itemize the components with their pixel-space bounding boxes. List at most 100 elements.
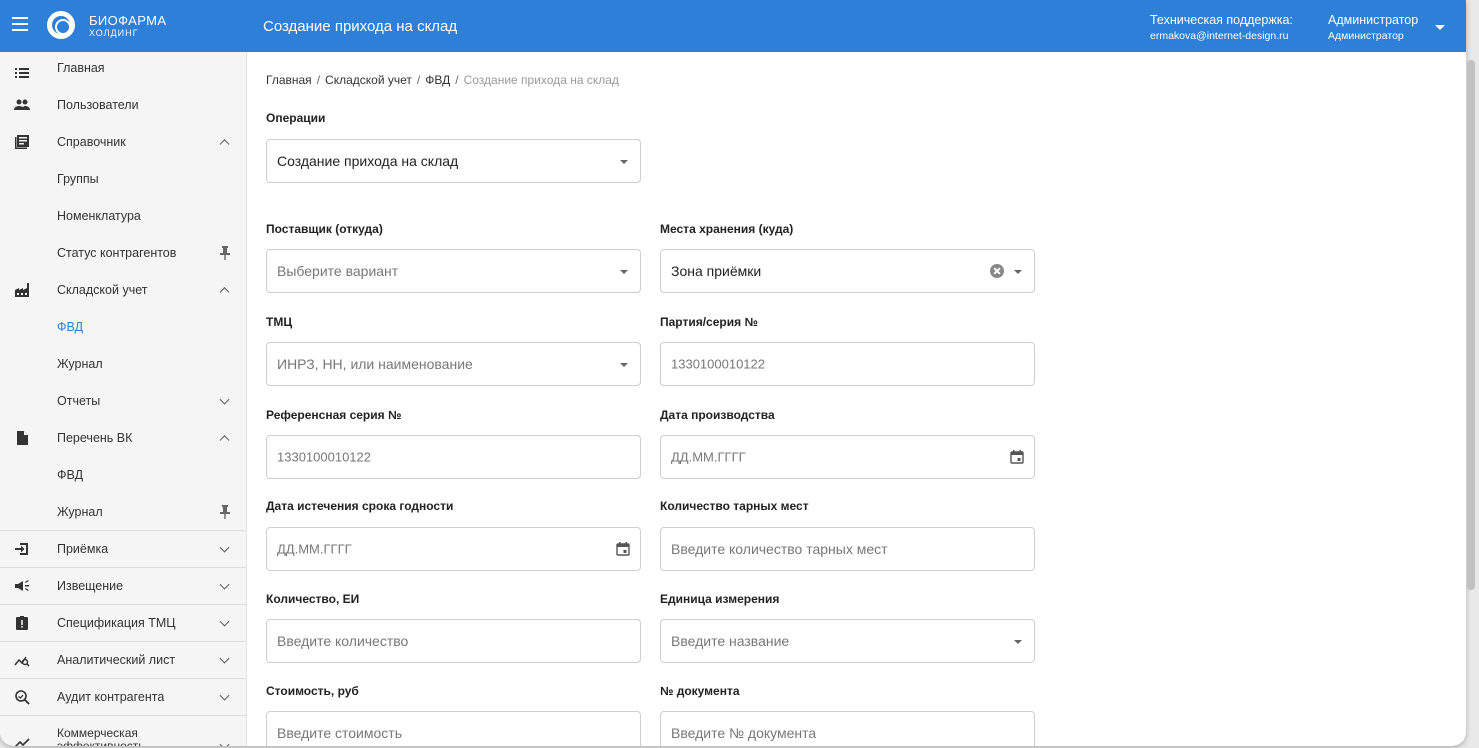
sidebar-item-label: Извещение (57, 579, 124, 593)
expiry-date-input[interactable]: ДД.ММ.ГГГГ (266, 527, 641, 571)
sidebar-item-label: Складской учет (57, 282, 148, 297)
logo-subtitle: ХОЛДИНГ (89, 28, 139, 38)
sidebar-item-audit[interactable]: Аудит контрагента (0, 678, 246, 715)
tmc-select[interactable]: ИНРЗ, НН, или наименование (266, 342, 641, 386)
app-window: БИОФАРМА ХОЛДИНГ Создание прихода на скл… (0, 0, 1466, 746)
caret-down-icon (620, 270, 628, 274)
sidebar-item-vk-journal[interactable]: Журнал (0, 493, 246, 530)
sidebar-item-label: ФВД (57, 319, 84, 334)
support-email[interactable]: ermakova@internet-design.ru (1150, 29, 1293, 44)
breadcrumb-separator: / (316, 73, 321, 87)
sidebar-item-label: Аудит контрагента (57, 690, 165, 704)
sidebar-item-label: Главная (57, 61, 105, 75)
sidebar-item-tmc-spec[interactable]: Спецификация ТМЦ (0, 604, 246, 641)
sidebar-item-label: Справочник (57, 134, 126, 149)
breadcrumb-separator: / (416, 73, 421, 87)
sidebar-item-reports[interactable]: Отчеты (0, 382, 246, 419)
ref-series-input[interactable]: 1330100010122 (266, 435, 641, 479)
chevron-down-icon (219, 739, 230, 746)
sidebar-item-reference[interactable]: Справочник (0, 123, 246, 160)
breadcrumb-home[interactable]: Главная (266, 73, 312, 87)
batch-input[interactable]: 1330100010122 (660, 342, 1035, 386)
chevron-down-icon (219, 653, 230, 664)
sidebar-item-users[interactable]: Пользователи (0, 86, 246, 123)
quantity-input[interactable]: Введите количество (266, 619, 641, 663)
sidebar-item-analytics[interactable]: Аналитический лист (0, 641, 246, 678)
clear-icon[interactable] (990, 264, 1004, 278)
sidebar-item-counterparty-status[interactable]: Статус контрагентов (0, 234, 246, 271)
chevron-up-icon (219, 138, 230, 149)
prod-date-input[interactable]: ДД.ММ.ГГГГ (660, 435, 1035, 479)
supplier-select[interactable]: Выберите вариант (266, 249, 641, 293)
operations-label: Операции (266, 111, 326, 125)
document-icon (17, 430, 28, 445)
unit-select[interactable]: Введите название (660, 619, 1035, 663)
calendar-icon[interactable] (1010, 450, 1024, 464)
sidebar-item-commercial[interactable]: Коммерческая эффективность (0, 715, 246, 746)
clipboard-icon (16, 616, 28, 630)
chevron-down-icon (219, 579, 230, 590)
chevron-down-icon (219, 394, 230, 405)
sidebar-item-label: Номенклатура (57, 208, 141, 223)
supplier-placeholder: Выберите вариант (277, 263, 399, 279)
audit-search-icon (15, 690, 30, 705)
sidebar-item-vk-list[interactable]: Перечень ВК (0, 419, 246, 456)
breadcrumb-warehouse[interactable]: Складской учет (325, 73, 412, 87)
packages-placeholder: Введите количество тарных мест (671, 541, 888, 557)
user-menu[interactable]: Администратор Администратор (1328, 11, 1418, 44)
login-icon (15, 543, 28, 555)
sidebar-item-vk-fvd[interactable]: ФВД (0, 456, 246, 493)
breadcrumb-separator: / (455, 73, 459, 87)
prod-date-placeholder: ДД.ММ.ГГГГ (671, 449, 746, 465)
megaphone-icon (15, 580, 29, 591)
factory-icon (15, 282, 29, 297)
storage-select[interactable]: Зона приёмки (660, 249, 1035, 293)
docnum-label: № документа (660, 684, 740, 698)
sidebar-item-home[interactable]: Главная (0, 52, 246, 86)
quantity-label: Количество, ЕИ (266, 592, 360, 606)
unit-label: Единица измерения (660, 592, 780, 606)
trend-icon (14, 738, 30, 746)
caret-down-icon[interactable] (1435, 25, 1445, 30)
packages-label: Количество тарных мест (660, 499, 809, 513)
sidebar-item-label: Отчеты (57, 393, 101, 408)
menu-icon[interactable] (12, 17, 28, 31)
caret-down-icon (1014, 640, 1022, 644)
sidebar-item-acceptance[interactable]: Приёмка (0, 530, 246, 567)
sidebar-item-notice[interactable]: Извещение (0, 567, 246, 604)
sidebar-item-journal[interactable]: Журнал (0, 345, 246, 382)
operations-value: Создание прихода на склад (277, 153, 459, 169)
user-role: Администратор (1328, 30, 1404, 43)
sidebar-item-nomenclature[interactable]: Номенклатура (0, 197, 246, 234)
supplier-label: Поставщик (откуда) (266, 222, 383, 236)
sidebar-item-label: Спецификация ТМЦ (57, 616, 176, 630)
operations-select[interactable]: Создание прихода на склад (266, 139, 641, 183)
logo-icon (47, 11, 75, 39)
pin-icon[interactable] (220, 504, 230, 519)
docnum-placeholder: Введите № документа (671, 725, 817, 741)
packages-input[interactable]: Введите количество тарных мест (660, 527, 1035, 571)
sidebar-item-label: Статус контрагентов (57, 245, 177, 260)
cost-placeholder: Введите стоимость (277, 725, 402, 741)
logo[interactable]: БИОФАРМА ХОЛДИНГ (89, 14, 166, 38)
page-scrollbar[interactable] (1467, 60, 1475, 590)
breadcrumb-fvd[interactable]: ФВД (425, 73, 450, 87)
caret-down-icon (1014, 270, 1022, 274)
sidebar-item-groups[interactable]: Группы (0, 160, 246, 197)
sidebar-item-fvd[interactable]: ФВД (0, 308, 246, 345)
logo-title: БИОФАРМА (89, 13, 167, 28)
chevron-down-icon (219, 690, 230, 701)
ref-series-placeholder: 1330100010122 (277, 449, 371, 465)
expiry-placeholder: ДД.ММ.ГГГГ (277, 541, 352, 557)
sidebar-item-label: Пользователи (57, 97, 139, 112)
calendar-icon[interactable] (616, 542, 630, 556)
chevron-down-icon (219, 616, 230, 627)
sidebar-item-warehouse[interactable]: Складской учет (0, 271, 246, 308)
breadcrumb-current: Создание прихода на склад (463, 73, 619, 87)
pin-icon[interactable] (220, 245, 230, 260)
storage-value: Зона приёмки (671, 263, 762, 279)
docnum-input[interactable]: Введите № документа (660, 711, 1035, 746)
chevron-down-icon (219, 542, 230, 553)
cost-input[interactable]: Введите стоимость (266, 711, 641, 746)
support-label: Техническая поддержка: (1150, 13, 1293, 27)
